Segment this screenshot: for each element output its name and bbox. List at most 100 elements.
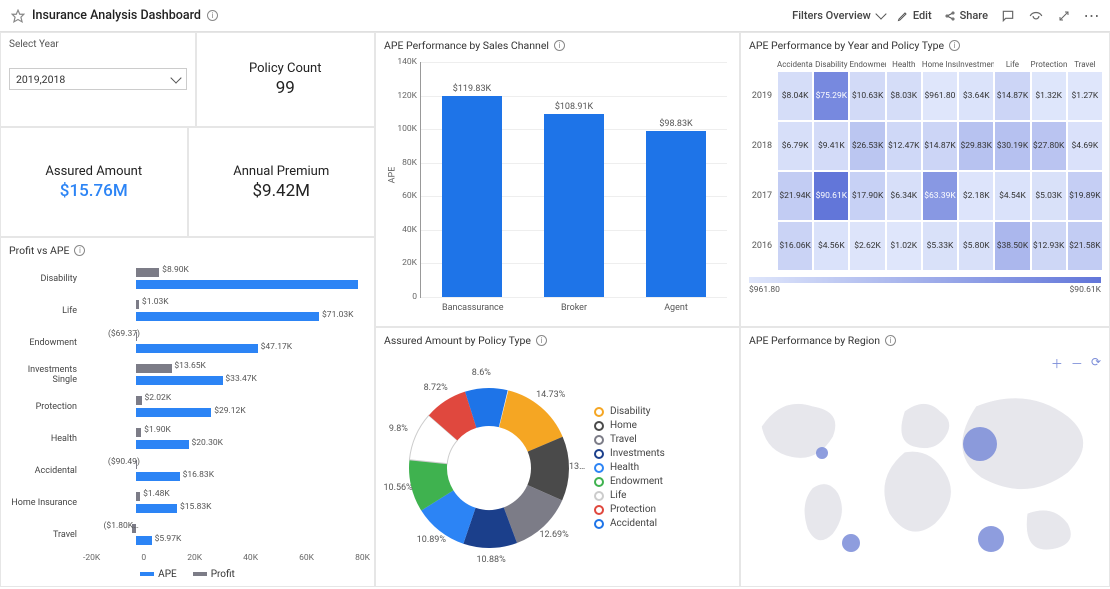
legend-label: Investments [610,448,665,459]
profit-category: Protection [3,402,81,412]
profit-vs-ape-card: Profit vs APE i Disability$8.90KLife$1.0… [0,237,375,587]
heat-cell: $14.87K [922,121,958,171]
assured-amount-title: Assured Amount [45,164,142,179]
comment-icon[interactable] [1000,8,1016,24]
heatmap-card: APE Performance by Year and Policy Type … [740,32,1110,327]
heat-cell: $27.80K [1031,121,1067,171]
select-year-label: Select Year [9,39,187,50]
legend-label: Travel [610,434,637,445]
heat-col-header: Endowment [849,58,885,71]
assured-policy-card: Assured Amount by Policy Type i 14.73%13… [375,327,740,587]
heat-cell: $6.34K [886,171,922,221]
heat-cell: $1.32K [1031,71,1067,121]
donut-legend-item: Investments [594,448,731,459]
donut-legend-item: Health [594,462,731,473]
legend-label: Home [610,420,637,431]
expand-icon[interactable] [1056,8,1072,24]
legend-profit: Profit [211,569,235,580]
donut-legend-item: Accidental [594,518,731,529]
bar-value-label: $119.83K [442,84,502,94]
annual-premium-card: Annual Premium $9.42M [188,127,376,237]
zoom-in-icon[interactable]: ＋ [1051,355,1063,372]
profit-category: Home Insurance [3,498,81,508]
bar-value-label: $98.83K [646,119,706,129]
heat-col-header: Disability [813,58,849,71]
ape-value-label: $5.97K [155,534,182,544]
info-icon[interactable]: i [554,40,565,51]
map-card: APE Performance by Region i ＋ － ⟳ [740,327,1110,587]
mid-column: APE Performance by Sales Channel i APE 0… [375,32,740,587]
bar-category: Agent [646,303,706,313]
heat-cell: $9.41K [813,121,849,171]
donut-slice-label: 12.69% [540,530,569,540]
heat-col-header: Life [994,58,1030,71]
legend-label: Endowment [610,476,663,487]
annual-premium-value: $9.42M [252,181,310,201]
heat-cell: $29.83K [958,121,994,171]
reset-icon[interactable]: ⟳ [1091,355,1101,372]
heat-cell: $19.89K [1067,171,1103,221]
bar-category: Broker [544,303,604,313]
right-column: APE Performance by Year and Policy Type … [740,32,1110,587]
heat-cell: $1.27K [1067,71,1103,121]
info-icon[interactable]: i [536,335,547,346]
chevron-down-icon [170,72,181,83]
zoom-out-icon[interactable]: － [1071,355,1083,372]
share-button[interactable]: Share [944,9,988,22]
legend-swatch-icon [594,449,604,459]
info-icon[interactable]: i [207,10,218,21]
profit-value-label: $13.65K [174,361,205,371]
heat-cell: $21.58K [1067,221,1103,271]
more-icon[interactable]: ⋯ [1084,8,1100,24]
donut-chart: 14.73%13…12.69%10.88%10.89%10.56%9.8%8.7… [384,363,594,573]
legend-label: Disability [610,406,651,417]
donut-legend-item: Protection [594,504,731,515]
donut-legend: Disability Home Travel Investments Health End… [594,403,731,532]
ape-value-label: $20.30K [192,438,223,448]
legend-swatch-icon [594,421,604,431]
year-select[interactable]: 2019,2018 [9,68,187,90]
profit-x-axis: -20K020K40K60K80K [83,553,374,563]
info-icon[interactable]: i [949,40,960,51]
filters-overview-button[interactable]: Filters Overview [792,9,885,22]
heat-cell: $30.19K [994,121,1030,171]
info-icon[interactable]: i [885,335,896,346]
heat-cell: $26.53K [849,121,885,171]
profit-value-label: ($1.80K… [104,521,139,531]
ape-channel-title: APE Performance by Sales Channel [384,39,549,52]
heat-row-header: 2016 [747,221,777,271]
main-grid: Select Year 2019,2018 Policy Count 99 As… [0,32,1110,564]
ape-value-label: $47.17K [261,342,292,352]
heat-cell: $5.33K [922,221,958,271]
heat-scale-max: $90.61K [1070,285,1101,295]
heat-cell: $8.03K [886,71,922,121]
view-icon[interactable] [1028,8,1044,24]
policy-count-title: Policy Count [249,61,322,76]
bar [442,96,502,297]
legend-label: Health [610,462,639,473]
heat-cell: $10.63K [849,71,885,121]
donut-legend-item: Life [594,490,731,501]
info-icon[interactable]: i [74,245,85,256]
heat-col-header: Travel [1067,58,1103,71]
profit-category: Travel [3,530,81,540]
heat-cell: $961.80 [922,71,958,121]
edit-button[interactable]: Edit [897,9,932,22]
heat-col-header: Investments … [958,58,994,71]
donut-slice-label: 9.8% [389,424,408,434]
heat-cell: $16.06K [777,221,813,271]
profit-value-label: $1.48K [143,489,170,499]
profit-category: Endowment [3,338,81,348]
heat-cell: $6.79K [777,121,813,171]
bar-ytick: 0 [387,292,417,302]
star-icon[interactable] [10,8,26,24]
heat-cell: $17.90K [849,171,885,221]
heatmap-scale [749,277,1101,283]
donut-legend-item: Travel [594,434,731,445]
assured-amount-value: $15.76M [60,181,128,201]
profit-vs-ape-chart: Disability$8.90KLife$1.03K$71.03KEndowme… [1,259,374,553]
ape-channel-card: APE Performance by Sales Channel i APE 0… [375,32,740,327]
profit-value-label: $8.90K [162,265,189,275]
heat-cell: $3.64K [958,71,994,121]
legend-label: Accidental [610,518,657,529]
